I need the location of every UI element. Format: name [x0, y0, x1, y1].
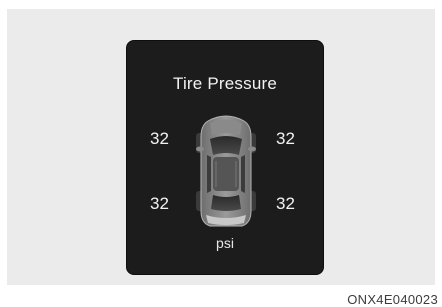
car-top-view-icon [196, 115, 256, 227]
pressure-unit: psi [216, 235, 234, 251]
front-right-pressure: 32 [276, 129, 295, 148]
tire-pressure-display: Tire Pressure 32 32 32 32 psi [127, 41, 323, 274]
front-left-pressure: 32 [150, 129, 169, 148]
rear-right-pressure: 32 [276, 194, 295, 213]
display-title: Tire Pressure [173, 74, 277, 93]
figure-code: ONX4E040023 [347, 292, 438, 307]
rear-left-pressure: 32 [150, 194, 169, 213]
